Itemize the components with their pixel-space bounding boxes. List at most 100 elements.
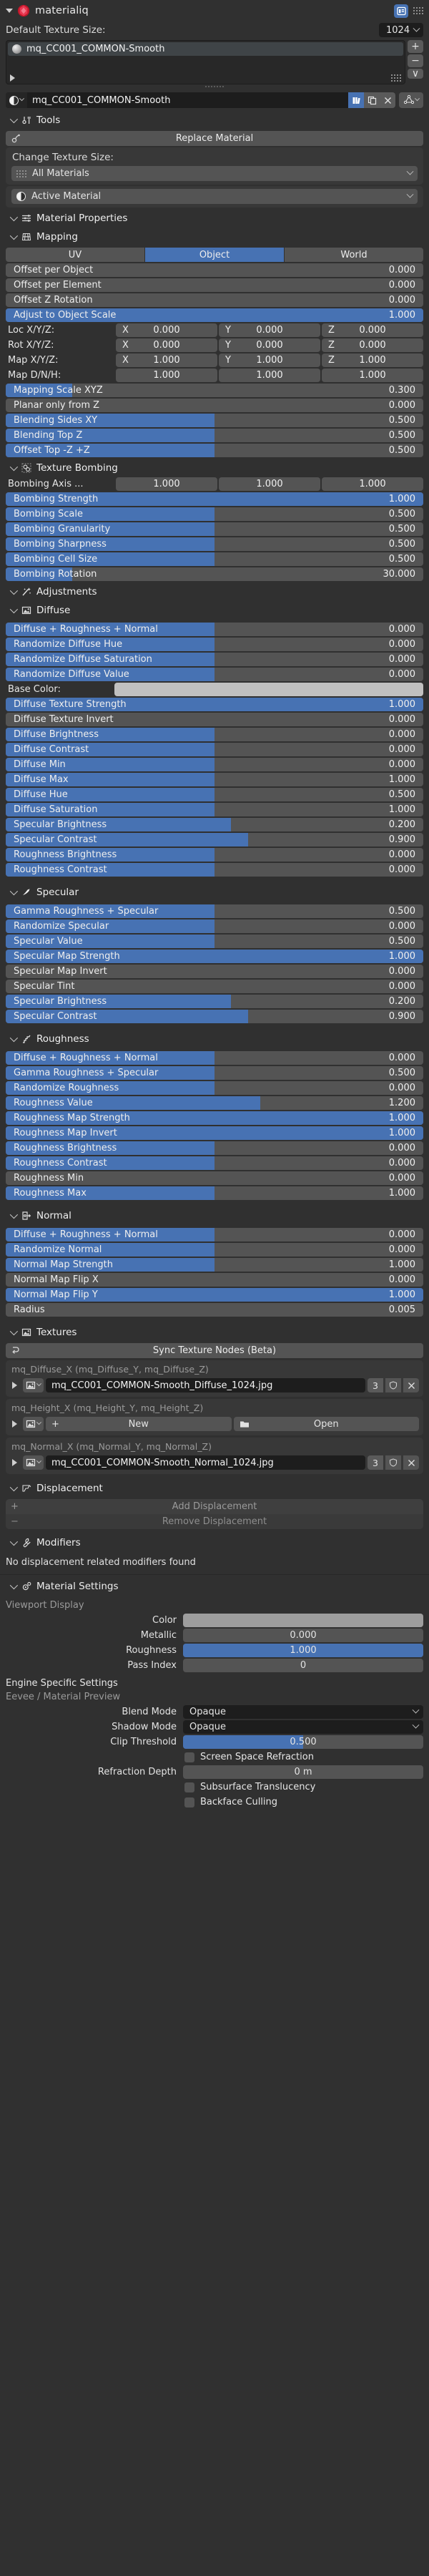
material-browse-icon[interactable] <box>6 92 27 108</box>
base-color-swatch[interactable] <box>114 683 423 696</box>
section-header-textures[interactable]: Textures <box>0 1323 429 1342</box>
vector-field[interactable]: Y1.000 <box>219 353 320 367</box>
checkbox-icon[interactable] <box>184 1752 194 1762</box>
section-header-mapping[interactable]: Mapping <box>0 228 429 246</box>
section-header-roughness[interactable]: Roughness <box>0 1030 429 1048</box>
diffuse-row[interactable]: Diffuse Min0.000 <box>6 758 423 771</box>
close-x-icon[interactable] <box>403 1455 419 1470</box>
mapping-row[interactable]: Mapping Scale XYZ0.300 <box>6 384 423 397</box>
specular-row[interactable]: Randomize Specular0.000 <box>6 919 423 933</box>
vector-field[interactable]: X0.000 <box>116 323 217 337</box>
fake-user-shield-icon[interactable] <box>385 1455 401 1470</box>
texture-user-count[interactable]: 3 <box>368 1455 383 1470</box>
mesh-data-icon[interactable] <box>399 92 423 108</box>
normal-row[interactable]: Diffuse + Roughness + Normal0.000 <box>6 1228 423 1241</box>
vector-field[interactable]: Z1.000 <box>322 353 423 367</box>
mapping-mode-object[interactable]: Object <box>145 248 284 262</box>
bombing-row[interactable]: Bombing Scale0.500 <box>6 507 423 521</box>
sync-texture-nodes-button[interactable]: Sync Texture Nodes (Beta) <box>6 1343 423 1358</box>
bombing-row[interactable]: Bombing Cell Size0.500 <box>6 552 423 566</box>
mapping-row[interactable]: Blending Sides XY0.500 <box>6 414 423 427</box>
eevee-dropdown[interactable]: Opaque <box>183 1720 423 1734</box>
normal-row[interactable]: Radius0.005 <box>6 1303 423 1317</box>
properties-panel-icon[interactable] <box>394 4 408 18</box>
mapping-mode-world[interactable]: World <box>285 248 423 262</box>
bombing-axis-field[interactable]: 1.000 <box>322 477 423 491</box>
section-header-diffuse[interactable]: Diffuse <box>0 601 429 620</box>
remove-displacement-button[interactable]: − Remove Displacement <box>6 1514 423 1529</box>
expand-right-icon[interactable] <box>12 1382 17 1389</box>
mapping-row[interactable]: Offset Z Rotation0.000 <box>6 293 423 307</box>
roughness-row[interactable]: Roughness Map Strength1.000 <box>6 1111 423 1125</box>
section-header-tools[interactable]: Tools <box>0 111 429 130</box>
specular-row[interactable]: Specular Map Invert0.000 <box>6 965 423 978</box>
roughness-row[interactable]: Gamma Roughness + Specular0.500 <box>6 1066 423 1080</box>
mapping-row[interactable]: Offset Top -Z +Z0.500 <box>6 444 423 457</box>
diffuse-row[interactable]: Diffuse + Roughness + Normal0.000 <box>6 623 423 636</box>
mapping-row[interactable]: Offset per Object0.000 <box>6 263 423 277</box>
texture-size-scope-dropdown[interactable]: All Materials <box>11 166 418 181</box>
vector-field[interactable]: X1.000 <box>116 353 217 367</box>
section-header-modifiers[interactable]: Modifiers <box>0 1533 429 1552</box>
material-slot-list[interactable]: mq_CC001_COMMON-Smooth <box>6 40 405 84</box>
close-x-icon[interactable] <box>403 1378 419 1392</box>
section-header-material-settings[interactable]: Material Settings <box>0 1577 429 1596</box>
diffuse-row[interactable]: Randomize Diffuse Value0.000 <box>6 668 423 681</box>
diffuse-row[interactable]: Diffuse Max1.000 <box>6 773 423 786</box>
vector-field[interactable]: 1.000 <box>116 369 217 382</box>
viewport-field[interactable]: 1.000 <box>183 1644 423 1657</box>
roughness-row[interactable]: Roughness Contrast0.000 <box>6 1156 423 1170</box>
replace-material-button[interactable]: Replace Material <box>6 131 423 146</box>
bombing-row[interactable]: Bombing Granularity0.500 <box>6 522 423 536</box>
section-header-adjustments[interactable]: Adjustments <box>0 582 429 601</box>
roughness-row[interactable]: Roughness Value1.200 <box>6 1096 423 1110</box>
specular-row[interactable]: Specular Brightness0.200 <box>6 995 423 1008</box>
add-material-slot-button[interactable]: + <box>408 40 423 53</box>
roughness-row[interactable]: Roughness Min0.000 <box>6 1171 423 1185</box>
bombing-row[interactable]: Bombing Sharpness0.500 <box>6 537 423 551</box>
image-browse-icon[interactable] <box>23 1455 44 1470</box>
add-displacement-button[interactable]: + Add Displacement <box>6 1499 423 1514</box>
eevee-field[interactable]: 0 m <box>183 1765 423 1779</box>
bombing-row[interactable]: Bombing Strength1.000 <box>6 492 423 506</box>
roughness-row[interactable]: Roughness Max1.000 <box>6 1186 423 1200</box>
active-material-scope-dropdown[interactable]: Active Material <box>11 189 418 204</box>
diffuse-row[interactable]: Diffuse Hue0.500 <box>6 788 423 801</box>
diffuse-row[interactable]: Diffuse Texture Strength1.000 <box>6 698 423 711</box>
diffuse-row[interactable]: Specular Contrast0.900 <box>6 833 423 847</box>
eevee-dropdown[interactable]: Opaque <box>183 1705 423 1719</box>
diffuse-row[interactable]: Diffuse Brightness0.000 <box>6 728 423 741</box>
remove-material-slot-button[interactable]: − <box>408 54 423 67</box>
new-image-button[interactable]: +New <box>46 1417 232 1431</box>
vector-field[interactable]: 1.000 <box>322 369 423 382</box>
roughness-row[interactable]: Diffuse + Roughness + Normal0.000 <box>6 1051 423 1065</box>
diffuse-row[interactable]: Diffuse Saturation1.000 <box>6 803 423 816</box>
diffuse-row[interactable]: Randomize Diffuse Hue0.000 <box>6 638 423 651</box>
vector-field[interactable]: Y0.000 <box>219 323 320 337</box>
roughness-row[interactable]: Randomize Roughness0.000 <box>6 1081 423 1095</box>
material-slot-menu-button[interactable]: ∨ <box>408 69 423 79</box>
section-header-normal[interactable]: Normal <box>0 1206 429 1225</box>
resize-grip-icon[interactable] <box>391 74 401 82</box>
diffuse-row[interactable]: Roughness Brightness0.000 <box>6 848 423 862</box>
section-header-material-properties[interactable]: Material Properties <box>0 209 429 228</box>
fake-user-books-icon[interactable] <box>348 92 364 108</box>
section-header-displacement[interactable]: Displacement <box>0 1479 429 1498</box>
diffuse-row[interactable]: Roughness Contrast0.000 <box>6 863 423 877</box>
roughness-row[interactable]: Roughness Map Invert1.000 <box>6 1126 423 1140</box>
eevee-field[interactable]: 0.500 <box>183 1735 423 1749</box>
open-image-button[interactable]: Open <box>234 1417 420 1431</box>
close-x-icon[interactable] <box>380 92 395 108</box>
texture-filename[interactable]: mq_CC001_COMMON-Smooth_Diffuse_1024.jpg <box>46 1378 365 1392</box>
normal-row[interactable]: Normal Map Flip Y1.000 <box>6 1288 423 1302</box>
viewport-color-swatch[interactable] <box>183 1614 423 1627</box>
specular-row[interactable]: Specular Value0.500 <box>6 935 423 948</box>
bombing-row[interactable]: Bombing Rotation30.000 <box>6 567 423 581</box>
vector-field[interactable]: X0.000 <box>116 338 217 352</box>
image-browse-icon[interactable] <box>23 1378 44 1392</box>
expand-right-icon[interactable] <box>10 74 15 82</box>
normal-row[interactable]: Normal Map Strength1.000 <box>6 1258 423 1272</box>
expand-right-icon[interactable] <box>12 1420 17 1428</box>
viewport-field[interactable]: 0.000 <box>183 1629 423 1642</box>
normal-row[interactable]: Randomize Normal0.000 <box>6 1243 423 1257</box>
